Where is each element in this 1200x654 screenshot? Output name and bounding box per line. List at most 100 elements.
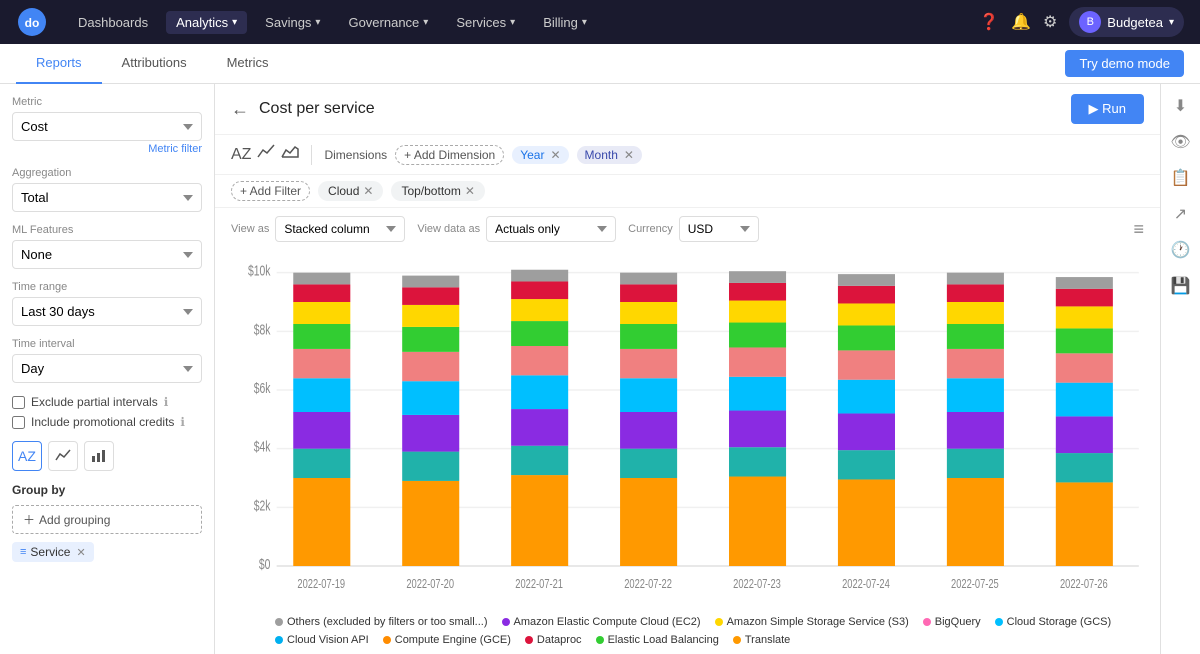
time-interval-section: Time interval Day — [12, 338, 202, 383]
ml-features-select[interactable]: None — [12, 240, 202, 269]
page: Metric Cost Metric filter Aggregation To… — [0, 84, 1200, 654]
chart-legend: Others (excluded by filters or too small… — [215, 610, 1160, 654]
run-button[interactable]: ▶ Run — [1071, 94, 1144, 124]
chart-type-bar[interactable] — [84, 441, 114, 471]
clipboard-icon[interactable]: 📋 — [1171, 168, 1191, 188]
add-dimension-label: + Add Dimension — [404, 148, 495, 162]
chart-options-icon[interactable]: ≡ — [1133, 219, 1144, 240]
exclude-partial-label: Exclude partial intervals — [31, 395, 158, 409]
left-panel: Metric Cost Metric filter Aggregation To… — [0, 84, 215, 654]
cloud-filter-remove[interactable]: ✕ — [363, 184, 373, 198]
legend-dot-ec2 — [502, 618, 510, 626]
user-menu[interactable]: B Budgetea ▾ — [1069, 7, 1184, 37]
back-button[interactable]: ← — [231, 99, 249, 120]
help-icon[interactable]: ❓ — [979, 12, 999, 32]
month-chip[interactable]: Month ✕ — [577, 146, 642, 164]
service-tag: ≡ Service ✕ — [12, 542, 94, 562]
view-data-label: View data as — [417, 223, 480, 235]
legend-item-gcs: Cloud Storage (GCS) — [995, 616, 1112, 628]
try-demo-button[interactable]: Try demo mode — [1065, 50, 1184, 77]
group-by-label: Group by — [12, 483, 202, 497]
nav-governance[interactable]: Governance ▾ — [338, 11, 438, 34]
legend-item-dataproc: Dataproc — [525, 634, 582, 646]
nav-dashboards[interactable]: Dashboards — [68, 11, 158, 34]
sort-icon[interactable]: AZ — [231, 146, 251, 164]
metric-filter-link[interactable]: Metric filter — [12, 143, 202, 155]
toolbar: AZ Dimensions + Add Dimension Year ✕ — [215, 135, 1160, 175]
checkboxes-section: Exclude partial intervals ℹ Include prom… — [12, 395, 202, 429]
legend-item-gce: Compute Engine (GCE) — [383, 634, 511, 646]
chart-line-icon[interactable] — [257, 143, 275, 166]
eye-icon[interactable]: 👁 — [1170, 132, 1190, 152]
year-chip-remove[interactable]: ✕ — [550, 148, 560, 162]
aggregation-select[interactable]: Total — [12, 183, 202, 212]
legend-label-s3: Amazon Simple Storage Service (S3) — [727, 616, 909, 628]
billing-dropdown-icon: ▾ — [582, 17, 587, 28]
add-dimension-chip[interactable]: + Add Dimension — [395, 145, 504, 165]
share-icon[interactable]: ↗ — [1174, 204, 1187, 224]
chart-type-line[interactable] — [48, 441, 78, 471]
export-icon[interactable]: ⬇ — [1174, 96, 1187, 116]
metric-section: Metric Cost Metric filter — [12, 96, 202, 155]
user-name: Budgetea — [1107, 15, 1163, 30]
svg-text:$0: $0 — [259, 556, 271, 572]
svg-text:2022-07-19: 2022-07-19 — [297, 578, 345, 592]
time-range-section: Time range Last 30 days — [12, 281, 202, 326]
aggregation-section: Aggregation Total — [12, 167, 202, 212]
metric-select[interactable]: Cost — [12, 112, 202, 141]
year-chip[interactable]: Year ✕ — [512, 146, 568, 164]
exclude-partial-info-icon[interactable]: ℹ — [164, 395, 169, 409]
add-grouping-label: Add grouping — [39, 513, 110, 527]
notifications-icon[interactable]: 🔔 — [1011, 12, 1031, 32]
nav-services[interactable]: Services ▾ — [446, 11, 525, 34]
top-bottom-filter-remove[interactable]: ✕ — [465, 184, 475, 198]
view-as-select[interactable]: Stacked column — [275, 216, 405, 242]
view-controls: View as Stacked column View data as Actu… — [215, 208, 1160, 250]
tab-reports[interactable]: Reports — [16, 44, 102, 84]
month-chip-remove[interactable]: ✕ — [624, 148, 634, 162]
top-bottom-filter-tag: Top/bottom ✕ — [391, 181, 484, 201]
legend-dot-dataproc — [525, 636, 533, 644]
svg-text:$6k: $6k — [254, 380, 271, 396]
legend-label-elb: Elastic Load Balancing — [608, 634, 719, 646]
currency-group: Currency USD — [628, 216, 759, 242]
tab-attributions[interactable]: Attributions — [102, 44, 207, 84]
history-icon[interactable]: 🕐 — [1171, 240, 1191, 260]
legend-label-ec2: Amazon Elastic Compute Cloud (EC2) — [514, 616, 701, 628]
settings-icon[interactable]: ⚙ — [1043, 12, 1057, 32]
chart-area-icon[interactable] — [281, 143, 299, 166]
cloud-filter-tag: Cloud ✕ — [318, 181, 383, 201]
svg-text:2022-07-24: 2022-07-24 — [842, 578, 890, 592]
svg-text:$4k: $4k — [254, 439, 271, 455]
add-grouping-button[interactable]: ＋ Add grouping — [12, 505, 202, 534]
nav-analytics[interactable]: Analytics ▾ — [166, 11, 247, 34]
tab-metrics[interactable]: Metrics — [207, 44, 289, 84]
add-filter-label: + Add Filter — [240, 184, 301, 198]
logo[interactable]: do — [16, 6, 48, 38]
legend-label-gce: Compute Engine (GCE) — [395, 634, 511, 646]
svg-text:$10k: $10k — [248, 263, 271, 279]
svg-text:$2k: $2k — [254, 498, 271, 514]
save-icon[interactable]: 💾 — [1171, 276, 1191, 296]
view-data-select[interactable]: Actuals only — [486, 216, 616, 242]
nav-billing[interactable]: Billing ▾ — [533, 11, 597, 34]
time-range-select[interactable]: Last 30 days — [12, 297, 202, 326]
include-promotional-info-icon[interactable]: ℹ — [180, 415, 185, 429]
page-title: Cost per service — [259, 100, 1061, 118]
currency-select[interactable]: USD — [679, 216, 759, 242]
legend-dot-gcs — [995, 618, 1003, 626]
include-promotional-checkbox[interactable] — [12, 416, 25, 429]
avatar: B — [1079, 11, 1101, 33]
legend-item-vision: Cloud Vision API — [275, 634, 369, 646]
exclude-partial-checkbox[interactable] — [12, 396, 25, 409]
legend-dot-others — [275, 618, 283, 626]
time-interval-select[interactable]: Day — [12, 354, 202, 383]
view-data-group: View data as Actuals only — [417, 216, 616, 242]
service-tag-remove[interactable]: ✕ — [76, 546, 85, 559]
chart-container: $10k $8k $6k $4k $2k $0 — [215, 250, 1160, 610]
time-range-label: Time range — [12, 281, 202, 293]
add-filter-button[interactable]: + Add Filter — [231, 181, 310, 201]
nav-savings[interactable]: Savings ▾ — [255, 11, 330, 34]
legend-dot-s3 — [715, 618, 723, 626]
chart-type-text[interactable]: AZ — [12, 441, 42, 471]
